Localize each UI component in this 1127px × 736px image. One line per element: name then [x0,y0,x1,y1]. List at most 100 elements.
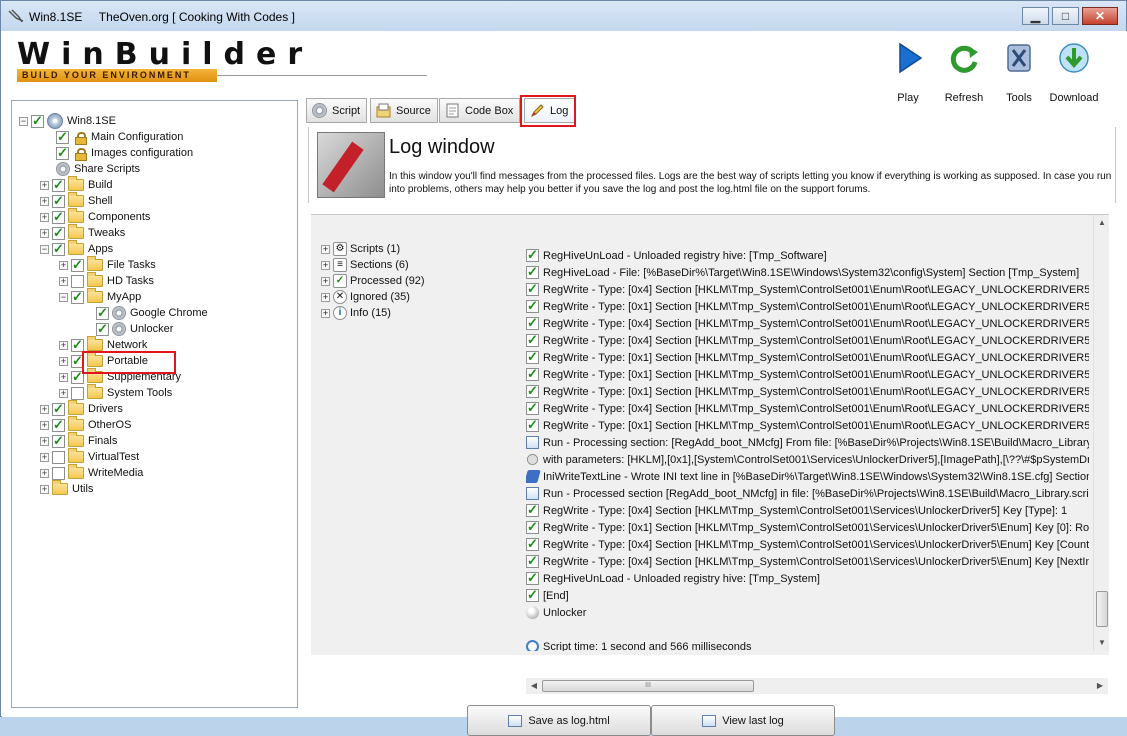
tools-button[interactable]: Tools [991,41,1047,104]
tree-checkbox[interactable] [52,225,65,241]
expand-icon[interactable]: + [321,308,330,318]
tree-checkbox[interactable] [71,337,84,353]
scroll-up-icon[interactable]: ▲ [1094,215,1110,231]
tree-checkbox[interactable] [96,321,109,337]
log-line[interactable]: Script time: 1 second and 566 millisecon… [526,638,752,651]
tab-script[interactable]: Script [306,98,368,123]
log-line[interactable]: Unlocker [526,604,586,621]
tree-node-myapp[interactable]: − MyApp [59,288,141,305]
tree-checkbox[interactable] [71,257,84,273]
horizontal-scroll-thumb[interactable]: III [542,680,754,692]
tree-checkbox[interactable] [52,401,65,417]
log-line[interactable]: RegWrite - Type: [0x1] Section [HKLM\Tmp… [526,349,1089,366]
tree-checkbox[interactable] [71,289,84,305]
log-line[interactable]: RegWrite - Type: [0x1] Section [HKLM\Tmp… [526,383,1089,400]
tree-node-build[interactable]: + Build [40,176,112,193]
log-line[interactable]: RegWrite - Type: [0x1] Section [HKLM\Tmp… [526,366,1089,383]
tree-checkbox[interactable] [52,417,65,433]
tree-node-utils[interactable]: + Utils [40,480,93,497]
expand-icon[interactable]: + [40,436,49,446]
title-bar[interactable]: Win8.1SE TheOven.org [ Cooking With Code… [1,1,1126,31]
tree-checkbox[interactable] [56,145,69,161]
tree-checkbox[interactable] [52,193,65,209]
scroll-left-icon[interactable]: ◀ [526,678,542,694]
tree-checkbox[interactable] [31,113,44,129]
tree-node-finals[interactable]: + Finals [40,432,117,449]
tree-node-tweaks[interactable]: + Tweaks [40,224,125,241]
tree-node-otheros[interactable]: + OtherOS [40,416,131,433]
collapse-icon[interactable]: − [19,116,28,126]
log-line[interactable]: RegWrite - Type: [0x4] Section [HKLM\Tmp… [526,553,1089,570]
tree-node-win81se[interactable]: − Win8.1SE [19,113,116,129]
expand-icon[interactable]: + [59,260,68,270]
tree-checkbox[interactable] [52,241,65,257]
close-button[interactable]: ✕ [1082,7,1118,25]
log-line[interactable]: Run - Processing section: [RegAdd_boot_N… [526,434,1089,451]
tree-checkbox[interactable] [96,305,109,321]
tree-node-drivers[interactable]: + Drivers [40,400,123,417]
vertical-scroll-thumb[interactable] [1096,591,1108,627]
tree-checkbox[interactable] [71,274,84,288]
tree-node-main-configuration[interactable]: Main Configuration [56,129,183,145]
tree-node-shell[interactable]: + Shell [40,192,112,209]
expand-icon[interactable]: + [40,180,49,190]
tab-code-box[interactable]: Code Box [439,98,521,123]
collapse-icon[interactable]: − [59,292,68,302]
tree-node-unlocker[interactable]: Unlocker [96,321,173,337]
log-line[interactable]: RegWrite - Type: [0x4] Section [HKLM\Tmp… [526,400,1089,417]
category-check[interactable]: + ✓ Processed (92) [321,273,425,289]
log-line[interactable]: RegHiveUnLoad - Unloaded registry hive: … [526,570,820,587]
expand-icon[interactable]: + [40,484,49,494]
category-sections[interactable]: + ≡ Sections (6) [321,257,409,273]
log-line[interactable]: RegHiveLoad - File: [%BaseDir%\Target\Wi… [526,264,1079,281]
tree-node-writemedia[interactable]: + WriteMedia [40,464,143,481]
tree-checkbox[interactable] [52,433,65,449]
tree-node-system-tools[interactable]: + System Tools [59,384,172,401]
scroll-down-icon[interactable]: ▼ [1094,635,1110,651]
tree-checkbox[interactable] [52,177,65,193]
expand-icon[interactable]: + [40,404,49,414]
view-last-log-button[interactable]: View last log [651,705,835,736]
tree-checkbox[interactable] [52,450,65,464]
expand-icon[interactable]: + [40,228,49,238]
expand-icon[interactable]: + [59,356,68,366]
play-button[interactable]: Play [880,41,936,104]
collapse-icon[interactable]: − [40,244,49,254]
tab-source[interactable]: Source [370,98,438,123]
log-line[interactable]: RegHiveUnLoad - Unloaded registry hive: … [526,247,827,264]
category-script[interactable]: + ⚙ Scripts (1) [321,241,400,257]
tree-node-google-chrome[interactable]: Google Chrome [96,305,208,321]
category-ignored[interactable]: + ✕ Ignored (35) [321,289,410,305]
log-line[interactable]: RegWrite - Type: [0x4] Section [HKLM\Tmp… [526,502,1067,519]
expand-icon[interactable]: + [40,196,49,206]
project-tree[interactable]: − Win8.1SE Main Configuration Images con… [11,100,298,708]
expand-icon[interactable]: + [40,212,49,222]
expand-icon[interactable]: + [321,276,330,286]
expand-icon[interactable]: + [40,420,49,430]
expand-icon[interactable]: + [59,340,68,350]
tree-node-share-scripts[interactable]: Share Scripts [56,161,140,177]
log-line[interactable]: RegWrite - Type: [0x1] Section [HKLM\Tmp… [526,519,1089,536]
tree-node-images-configuration[interactable]: Images configuration [56,145,193,161]
expand-icon[interactable]: + [40,468,49,478]
log-line[interactable]: Run - Processed section [RegAdd_boot_NMc… [526,485,1089,502]
minimize-button[interactable]: ▁ [1022,7,1049,25]
log-line[interactable]: RegWrite - Type: [0x1] Section [HKLM\Tmp… [526,417,1089,434]
maximize-button[interactable]: □ [1052,7,1079,25]
expand-icon[interactable]: + [40,452,49,462]
tree-node-file-tasks[interactable]: + File Tasks [59,256,156,273]
scroll-right-icon[interactable]: ▶ [1092,678,1108,694]
expand-icon[interactable]: + [321,244,330,254]
refresh-button[interactable]: Refresh [936,41,992,104]
expand-icon[interactable]: + [321,260,330,270]
tree-checkbox[interactable] [71,386,84,400]
expand-icon[interactable]: + [59,388,68,398]
tree-node-components[interactable]: + Components [40,208,150,225]
log-line[interactable]: with parameters: [HKLM],[0x1],[System\Co… [526,451,1089,468]
expand-icon[interactable]: + [321,292,330,302]
download-button[interactable]: Download [1046,41,1102,104]
log-list[interactable]: RegHiveUnLoad - Unloaded registry hive: … [526,215,1089,651]
horizontal-scrollbar[interactable]: ◀ III ▶ [526,678,1108,694]
log-line[interactable]: RegWrite - Type: [0x4] Section [HKLM\Tmp… [526,281,1089,298]
category-info[interactable]: + i Info (15) [321,305,391,321]
